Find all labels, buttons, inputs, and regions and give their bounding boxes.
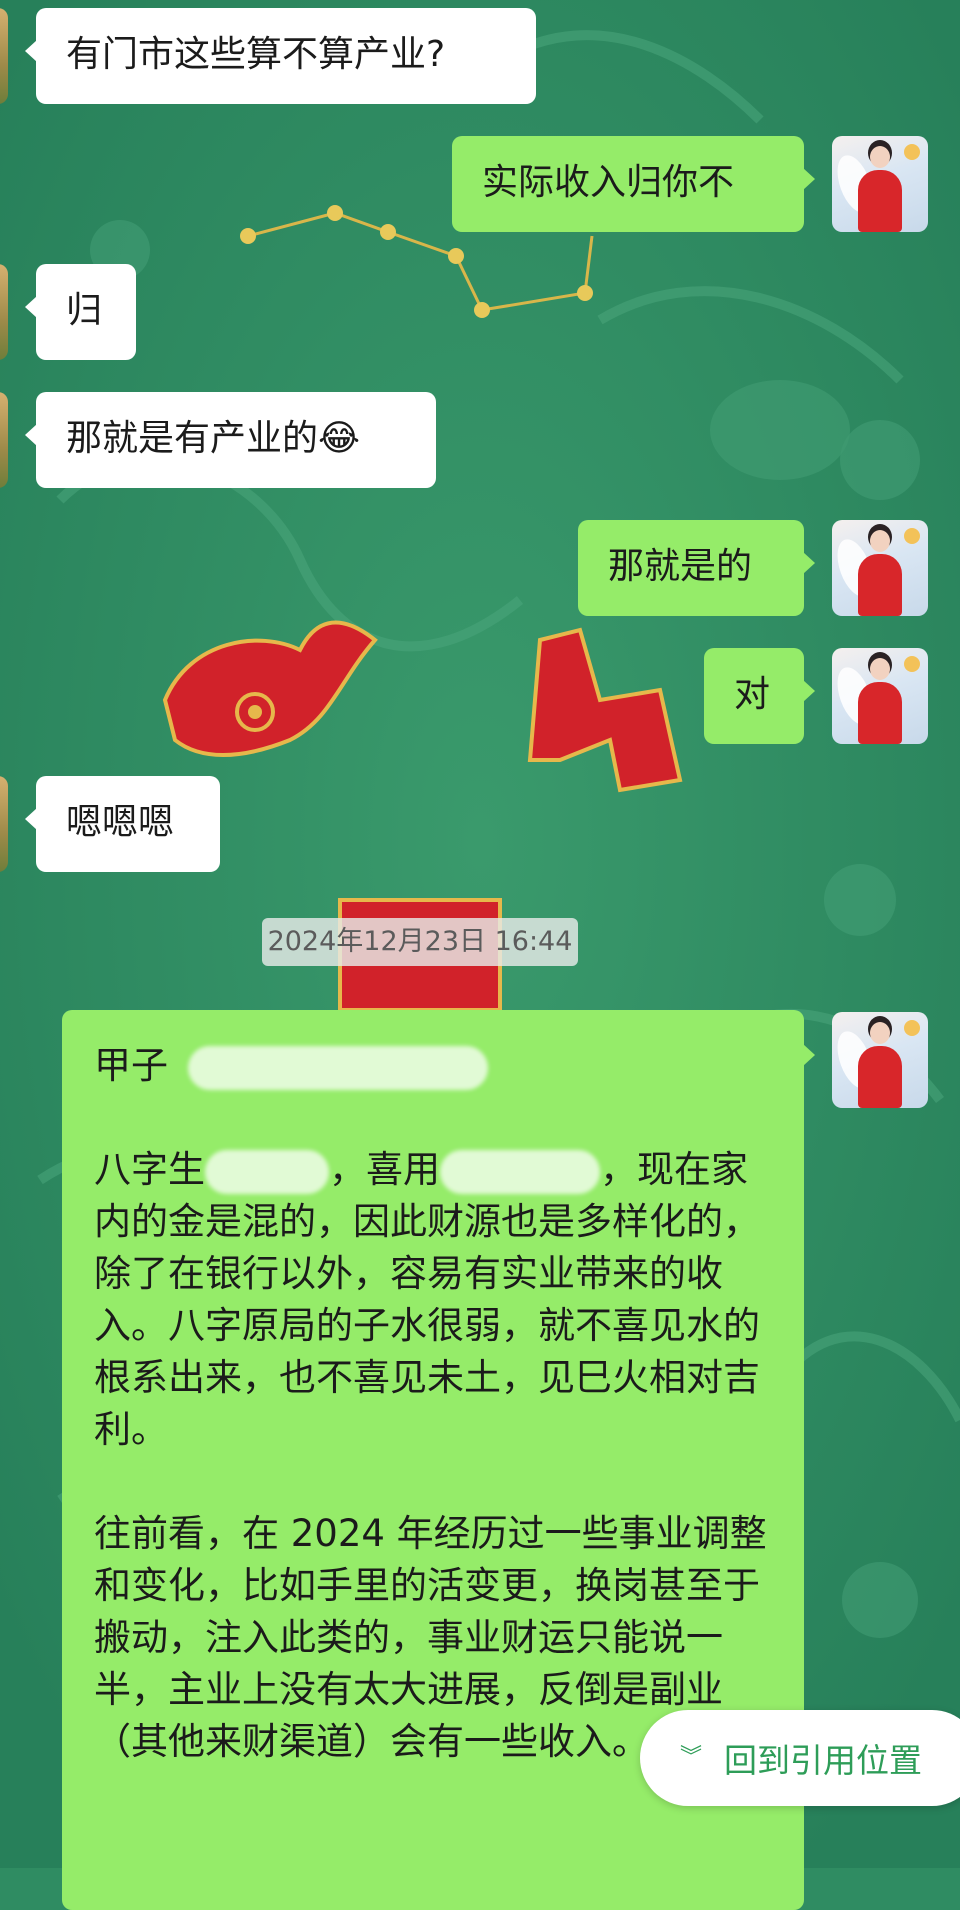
bubble-tail: [803, 1044, 815, 1066]
bubble-tail: [25, 808, 37, 830]
message-text: 归: [66, 290, 103, 331]
message-text: 实际收入归你不: [482, 162, 735, 203]
message-text: 那就是的: [608, 546, 753, 587]
message-bubble-incoming[interactable]: 那就是有产业的😂: [25, 392, 436, 488]
bubble-tail: [25, 424, 37, 446]
message-text: 对: [734, 674, 771, 715]
message-bubble-outgoing[interactable]: 实际收入归你不: [452, 136, 815, 232]
redacted-text: [205, 1149, 329, 1194]
message-text: 那就是有产业的😂: [66, 418, 361, 459]
redacted-text: [187, 1045, 488, 1090]
jump-to-quote-label: 回到引用位置: [724, 1741, 923, 1780]
message-bubble-incoming[interactable]: 有门市这些算不算产业?: [25, 8, 536, 104]
self-avatar[interactable]: [832, 520, 928, 616]
self-avatar[interactable]: [832, 1012, 928, 1108]
contact-avatar[interactable]: [0, 8, 8, 104]
double-chevron-down-icon: ︾: [680, 1745, 703, 1770]
message-bubble-incoming[interactable]: 嗯嗯嗯: [25, 776, 220, 872]
jump-to-quote-button[interactable]: ︾ 回到引用位置: [640, 1710, 960, 1806]
bubble-tail: [25, 296, 37, 318]
bubble-tail: [25, 40, 37, 62]
bubble-tail: [803, 552, 815, 574]
bubble-tail: [803, 168, 815, 190]
contact-avatar[interactable]: [0, 776, 8, 872]
message-paragraph: 八字生 ，喜用 ，现在家内的金是混的，因此财源也是多样化的，除了在银行以外，容易有实…: [94, 1148, 760, 1451]
message-bubble-outgoing[interactable]: 那就是的: [578, 520, 815, 616]
message-line: 甲子: [94, 1040, 770, 1092]
message-bubble-outgoing[interactable]: 对: [704, 648, 815, 744]
message-timestamp: 2024年12月23日 16:44: [262, 918, 578, 966]
self-avatar[interactable]: [832, 648, 928, 744]
message-text: 有门市这些算不算产业?: [66, 34, 446, 75]
self-avatar[interactable]: [832, 136, 928, 232]
message-text: 嗯嗯嗯: [66, 802, 175, 843]
message-bubble-incoming[interactable]: 归: [25, 264, 136, 360]
contact-avatar[interactable]: [0, 392, 8, 488]
contact-avatar[interactable]: [0, 264, 8, 360]
redacted-text: [440, 1149, 600, 1194]
bubble-tail: [803, 680, 815, 702]
